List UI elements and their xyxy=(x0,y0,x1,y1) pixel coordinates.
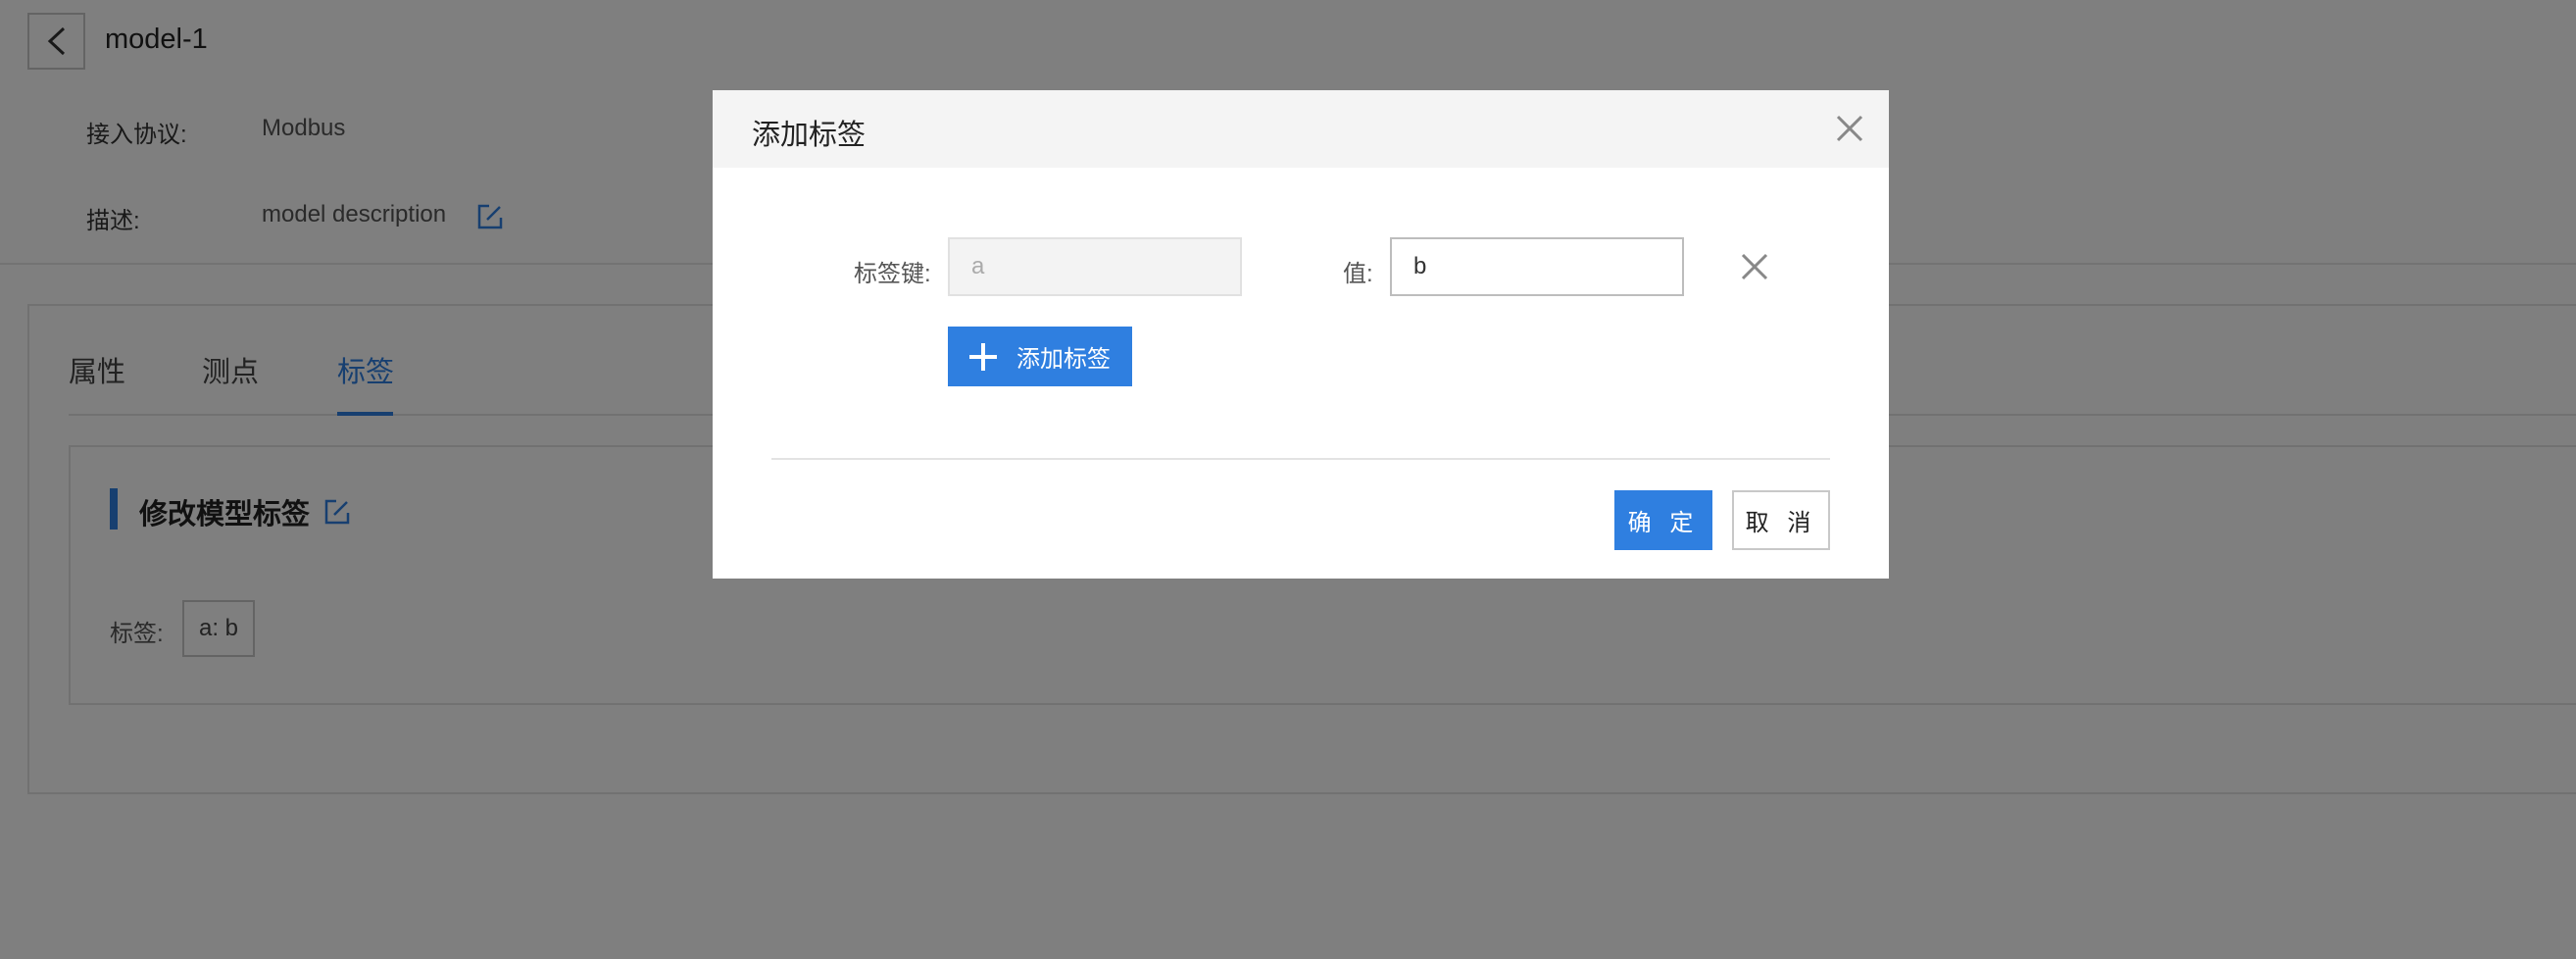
plus-icon xyxy=(969,342,997,371)
close-icon xyxy=(1836,115,1863,142)
dialog-title: 添加标签 xyxy=(752,120,867,151)
remove-tag-row-button[interactable] xyxy=(1738,250,1771,283)
dialog-footer-divider xyxy=(771,458,1830,460)
cancel-button[interactable]: 取 消 xyxy=(1732,490,1830,550)
confirm-button[interactable]: 确 定 xyxy=(1614,490,1712,550)
tag-key-label: 标签键: xyxy=(854,261,931,287)
close-icon xyxy=(1741,253,1768,280)
add-tag-button[interactable]: 添加标签 xyxy=(948,327,1132,386)
add-tag-button-label: 添加标签 xyxy=(1016,346,1111,373)
dialog-header: 添加标签 xyxy=(713,90,1889,168)
tag-value-input[interactable]: b xyxy=(1390,237,1684,296)
add-tag-dialog: 添加标签 标签键: a 值: b 添加标签 确 定 取 消 xyxy=(713,90,1889,579)
tag-value-label: 值: xyxy=(1343,261,1373,287)
tag-key-input: a xyxy=(948,237,1242,296)
dialog-close-button[interactable] xyxy=(1833,112,1866,145)
